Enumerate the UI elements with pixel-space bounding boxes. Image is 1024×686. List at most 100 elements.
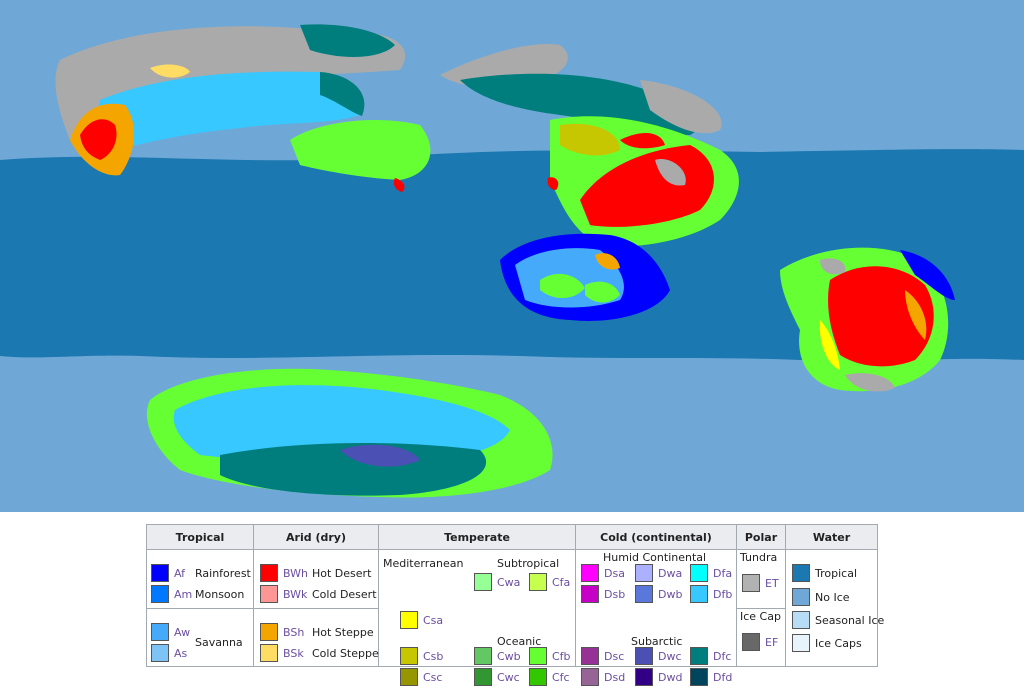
code-Dfa: Dfa bbox=[713, 567, 733, 580]
swatch-Csc bbox=[400, 668, 418, 686]
swatch-Dwd bbox=[635, 668, 653, 686]
swatch-Dwa bbox=[635, 564, 653, 582]
temperate-cell: Mediterranean Csa Csb Csc Subtropical Cw… bbox=[378, 549, 576, 686]
swatch-Dfa bbox=[690, 564, 708, 582]
legend: Tropical Arid (dry) Temperate Cold (cont… bbox=[146, 524, 884, 686]
swatch-Cfc bbox=[529, 668, 547, 686]
label-savanna: Savanna bbox=[195, 635, 243, 649]
code-Dwb: Dwb bbox=[658, 588, 683, 601]
polar-top-cell: Tundra ET bbox=[736, 549, 786, 609]
code-Dsd: Dsd bbox=[604, 671, 626, 684]
header-tropical: Tropical bbox=[146, 524, 254, 550]
code-Dwa: Dwa bbox=[658, 567, 683, 580]
polar-bottom-cell: Ice Cap EF bbox=[736, 607, 786, 667]
swatch-Dsd bbox=[581, 668, 599, 686]
code-Csb: Csb bbox=[423, 650, 444, 663]
header-temperate: Temperate bbox=[378, 524, 576, 550]
label-water-tropical: Tropical bbox=[815, 567, 857, 580]
arid-bottom-cell: BSh Hot Steppe BSk Cold Steppe bbox=[253, 607, 379, 667]
label-tundra: Tundra bbox=[740, 551, 778, 564]
swatch-Am bbox=[151, 585, 169, 603]
swatch-Dfb bbox=[690, 585, 708, 603]
label-no-ice: No Ice bbox=[815, 591, 850, 604]
label-subtropical: Subtropical bbox=[497, 557, 560, 570]
swatch-seasonal-ice bbox=[792, 611, 810, 629]
code-BWk: BWk bbox=[283, 588, 308, 601]
swatch-water-tropical bbox=[792, 564, 810, 582]
code-Cwa: Cwa bbox=[497, 576, 521, 589]
swatch-Dfc bbox=[690, 647, 708, 665]
swatch-BWk bbox=[260, 585, 278, 603]
arid-top-cell: BWh Hot Desert BWk Cold Desert bbox=[253, 549, 379, 609]
swatch-Af bbox=[151, 564, 169, 582]
cold-cell: Humid Continental Dsa Dwa Dfa Dsb Dwb Df… bbox=[575, 549, 737, 686]
swatch-Dsc bbox=[581, 647, 599, 665]
label-rainforest: Rainforest bbox=[195, 567, 251, 580]
code-As: As bbox=[174, 646, 188, 660]
swatch-Cfa bbox=[529, 573, 547, 591]
label-cold-steppe: Cold Steppe bbox=[312, 646, 379, 660]
code-Dsc: Dsc bbox=[604, 650, 625, 663]
swatch-Aw bbox=[151, 622, 169, 641]
tropical-top-cell: Af Rainforest Am Monsoon bbox=[146, 549, 254, 609]
header-cold: Cold (continental) bbox=[575, 524, 737, 550]
label-ice-cap: Ice Cap bbox=[740, 609, 781, 623]
header-water: Water bbox=[785, 524, 878, 550]
code-ET: ET bbox=[765, 577, 779, 590]
code-Am: Am bbox=[174, 588, 193, 601]
swatch-Csa bbox=[400, 611, 418, 629]
code-Dfb: Dfb bbox=[713, 588, 733, 601]
code-Dfd: Dfd bbox=[713, 671, 733, 684]
tropical-bottom-cell: Aw Savanna As bbox=[146, 607, 254, 667]
code-BWh: BWh bbox=[283, 567, 309, 580]
swatch-ice-caps bbox=[792, 634, 810, 652]
label-monsoon: Monsoon bbox=[195, 588, 245, 601]
label-hot-desert: Hot Desert bbox=[312, 567, 372, 580]
label-cold-desert: Cold Desert bbox=[312, 588, 377, 601]
swatch-Dwc bbox=[635, 647, 653, 665]
label-ice-caps: Ice Caps bbox=[815, 637, 862, 650]
code-Dwc: Dwc bbox=[658, 650, 682, 663]
label-hot-steppe: Hot Steppe bbox=[312, 625, 374, 639]
code-Cfc: Cfc bbox=[552, 671, 570, 684]
swatch-Csb bbox=[400, 647, 418, 665]
code-Csc: Csc bbox=[423, 671, 443, 684]
code-Aw: Aw bbox=[174, 625, 191, 639]
swatch-EF bbox=[742, 632, 760, 651]
code-Cfa: Cfa bbox=[552, 576, 571, 589]
code-Cwc: Cwc bbox=[497, 671, 520, 684]
swatch-BSk bbox=[260, 643, 278, 662]
header-polar: Polar bbox=[736, 524, 786, 550]
code-Cwb: Cwb bbox=[497, 650, 521, 663]
code-BSh: BSh bbox=[283, 625, 305, 639]
legend-table: Tropical Arid (dry) Temperate Cold (cont… bbox=[146, 524, 884, 686]
code-Dfc: Dfc bbox=[713, 650, 732, 663]
swatch-BSh bbox=[260, 622, 278, 641]
label-humid-continental: Humid Continental bbox=[603, 551, 707, 564]
code-Dsb: Dsb bbox=[604, 588, 626, 601]
code-Csa: Csa bbox=[423, 614, 444, 627]
code-Af: Af bbox=[174, 567, 186, 580]
swatch-Dsb bbox=[581, 585, 599, 603]
swatch-As bbox=[151, 643, 169, 662]
swatch-BWh bbox=[260, 564, 278, 582]
header-arid: Arid (dry) bbox=[253, 524, 379, 550]
swatch-no-ice bbox=[792, 588, 810, 606]
swatch-Cfb bbox=[529, 647, 547, 665]
label-mediterranean: Mediterranean bbox=[383, 557, 464, 570]
code-Dwd: Dwd bbox=[658, 671, 683, 684]
swatch-Dsa bbox=[581, 564, 599, 582]
swatch-Dwb bbox=[635, 585, 653, 603]
swatch-ET bbox=[742, 574, 760, 592]
swatch-Dfd bbox=[690, 668, 708, 686]
swatch-Cwc bbox=[474, 668, 492, 686]
code-EF: EF bbox=[765, 635, 779, 649]
code-BSk: BSk bbox=[283, 646, 304, 660]
label-seasonal-ice: Seasonal Ice bbox=[815, 614, 885, 627]
climate-map bbox=[0, 0, 1024, 512]
code-Cfb: Cfb bbox=[552, 650, 571, 663]
water-cell: Tropical No Ice Seasonal Ice Ice Caps bbox=[785, 549, 884, 667]
code-Dsa: Dsa bbox=[604, 567, 625, 580]
swatch-Cwb bbox=[474, 647, 492, 665]
swatch-Cwa bbox=[474, 573, 492, 591]
